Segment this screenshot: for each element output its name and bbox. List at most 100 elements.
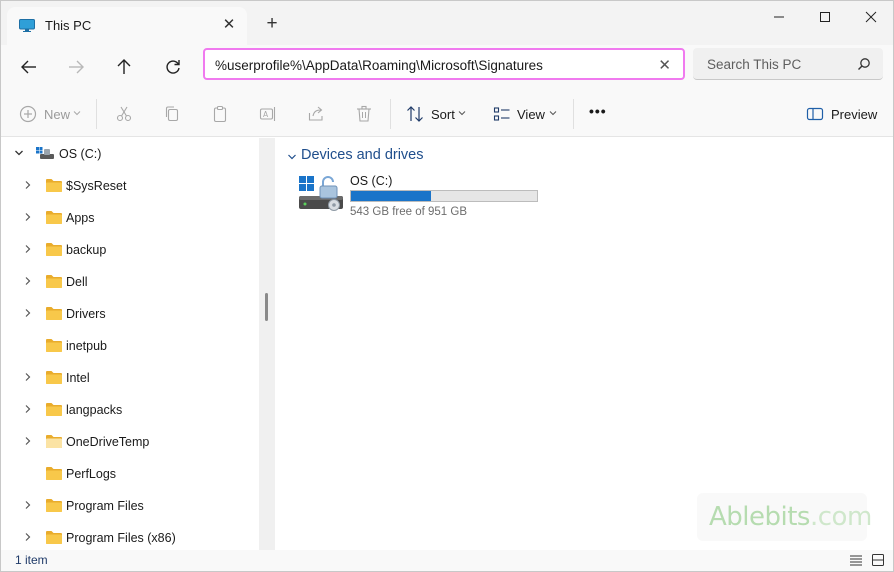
- cut-icon[interactable]: [115, 105, 133, 123]
- folder-icon: [46, 307, 62, 320]
- address-input[interactable]: %userprofile%\AppData\Roaming\Microsoft\…: [215, 58, 543, 73]
- file-explorer-window: This PC ✕ + %userprofile%\AppData\Roamin…: [0, 0, 894, 572]
- back-arrow-icon[interactable]: [18, 56, 40, 78]
- tree-item-folder[interactable]: langpacks: [1, 394, 259, 426]
- tree-label: OS (C:): [59, 147, 102, 161]
- chevron-right-icon[interactable]: [23, 500, 33, 510]
- tree-item-folder[interactable]: PerfLogs: [1, 458, 259, 490]
- command-bar: New A Sort View ••• Preview: [1, 89, 893, 137]
- watermark-domain: .com: [809, 502, 872, 532]
- divider: [96, 99, 97, 129]
- tree-label: PerfLogs: [66, 467, 117, 481]
- tree-label: Intel: [66, 371, 90, 385]
- chevron-right-icon[interactable]: [23, 308, 33, 318]
- chevron-right-icon[interactable]: [23, 404, 33, 414]
- tab-close-icon[interactable]: ✕: [221, 17, 237, 33]
- drive-free-space: 543 GB free of 951 GB: [350, 206, 467, 218]
- details-view-icon[interactable]: [849, 553, 863, 567]
- maximize-icon[interactable]: [815, 9, 835, 25]
- pane-splitter[interactable]: [259, 138, 275, 550]
- search-box[interactable]: Search This PC: [693, 48, 883, 80]
- tree-item-folder[interactable]: inetpub: [1, 330, 259, 362]
- svg-text:A: A: [263, 110, 269, 119]
- tree-item-folder[interactable]: Intel: [1, 362, 259, 394]
- new-plus-icon[interactable]: [19, 105, 37, 123]
- tree-label: inetpub: [66, 339, 108, 353]
- tree-item-folder[interactable]: OneDriveTemp: [1, 426, 259, 458]
- chevron-right-icon[interactable]: [23, 212, 33, 222]
- drive-name: OS (C:): [350, 174, 393, 188]
- folder-icon: [46, 467, 62, 480]
- chevron-right-icon[interactable]: [23, 436, 33, 446]
- tree-label: OneDriveTemp: [66, 435, 150, 449]
- tree-root-drive[interactable]: OS (C:): [1, 138, 259, 170]
- divider: [390, 99, 391, 129]
- drive-tile[interactable]: OS (C:) 543 GB free of 951 GB: [297, 172, 547, 220]
- view-icon[interactable]: [493, 105, 511, 123]
- tiles-view-icon[interactable]: [871, 553, 885, 567]
- status-bar: 1 item: [1, 550, 893, 571]
- chevron-down-icon: [73, 111, 81, 116]
- preview-pane-icon[interactable]: [806, 105, 824, 123]
- chevron-down-icon[interactable]: [287, 152, 297, 162]
- tree-item-folder[interactable]: Apps: [1, 202, 259, 234]
- paste-icon[interactable]: [211, 105, 229, 123]
- chevron-down-icon[interactable]: [14, 148, 24, 158]
- tree-item-folder[interactable]: Drivers: [1, 298, 259, 330]
- search-icon: [858, 58, 870, 70]
- drive-usage-bar: [350, 190, 538, 202]
- folder-icon: [46, 371, 62, 384]
- clear-address-icon[interactable]: ✕: [658, 56, 671, 74]
- chevron-down-icon: [549, 111, 557, 116]
- watermark-text: Ablebits.com: [709, 502, 872, 532]
- splitter-handle[interactable]: [265, 293, 268, 321]
- address-bar[interactable]: %userprofile%\AppData\Roaming\Microsoft\…: [203, 48, 685, 80]
- rename-icon[interactable]: A: [259, 105, 277, 123]
- delete-icon[interactable]: [355, 105, 373, 123]
- tree-item-folder[interactable]: backup: [1, 234, 259, 266]
- folder-icon: [46, 243, 62, 256]
- view-button[interactable]: View: [517, 107, 545, 122]
- chevron-right-icon[interactable]: [23, 276, 33, 286]
- up-arrow-icon[interactable]: [113, 56, 135, 78]
- group-title[interactable]: Devices and drives: [301, 147, 424, 163]
- item-count: 1 item: [15, 553, 48, 567]
- chevron-right-icon[interactable]: [23, 180, 33, 190]
- tree-label: $SysReset: [66, 179, 127, 193]
- minimize-icon[interactable]: [769, 9, 789, 25]
- share-icon[interactable]: [307, 105, 325, 123]
- more-options-button[interactable]: •••: [589, 103, 607, 119]
- sort-icon[interactable]: [406, 105, 424, 123]
- refresh-icon[interactable]: [162, 56, 184, 78]
- tab-this-pc[interactable]: This PC ✕: [7, 7, 247, 45]
- tree-item-folder[interactable]: Dell: [1, 266, 259, 298]
- chevron-right-icon[interactable]: [23, 372, 33, 382]
- chevron-right-icon[interactable]: [23, 532, 33, 542]
- drive-icon: [299, 176, 343, 211]
- navigation-bar: %userprofile%\AppData\Roaming\Microsoft\…: [1, 45, 893, 89]
- drive-usage-fill: [351, 191, 431, 201]
- title-bar: This PC ✕ +: [1, 1, 893, 45]
- monitor-icon: [19, 19, 35, 32]
- folder-icon: [46, 403, 62, 416]
- search-input[interactable]: Search This PC: [707, 57, 801, 72]
- preview-button[interactable]: Preview: [831, 107, 877, 122]
- tree-item-folder[interactable]: $SysReset: [1, 170, 259, 202]
- copy-icon[interactable]: [163, 105, 181, 123]
- watermark-brand: Ablebits: [709, 502, 810, 532]
- close-icon[interactable]: [861, 9, 881, 25]
- new-tab-button[interactable]: +: [263, 14, 281, 33]
- tree-item-folder[interactable]: Program Files (x86): [1, 522, 259, 550]
- tree-label: backup: [66, 243, 107, 257]
- ablebits-watermark: Ablebits.com: [697, 493, 872, 541]
- chevron-down-icon: [458, 111, 466, 116]
- new-button[interactable]: New: [44, 107, 70, 122]
- drive-icon: [36, 147, 54, 159]
- divider: [573, 99, 574, 129]
- tree-label: Drivers: [66, 307, 106, 321]
- tree-item-folder[interactable]: Program Files: [1, 490, 259, 522]
- sort-button[interactable]: Sort: [431, 107, 455, 122]
- folder-icon: [46, 531, 62, 544]
- chevron-right-icon[interactable]: [23, 244, 33, 254]
- forward-arrow-icon[interactable]: [65, 56, 87, 78]
